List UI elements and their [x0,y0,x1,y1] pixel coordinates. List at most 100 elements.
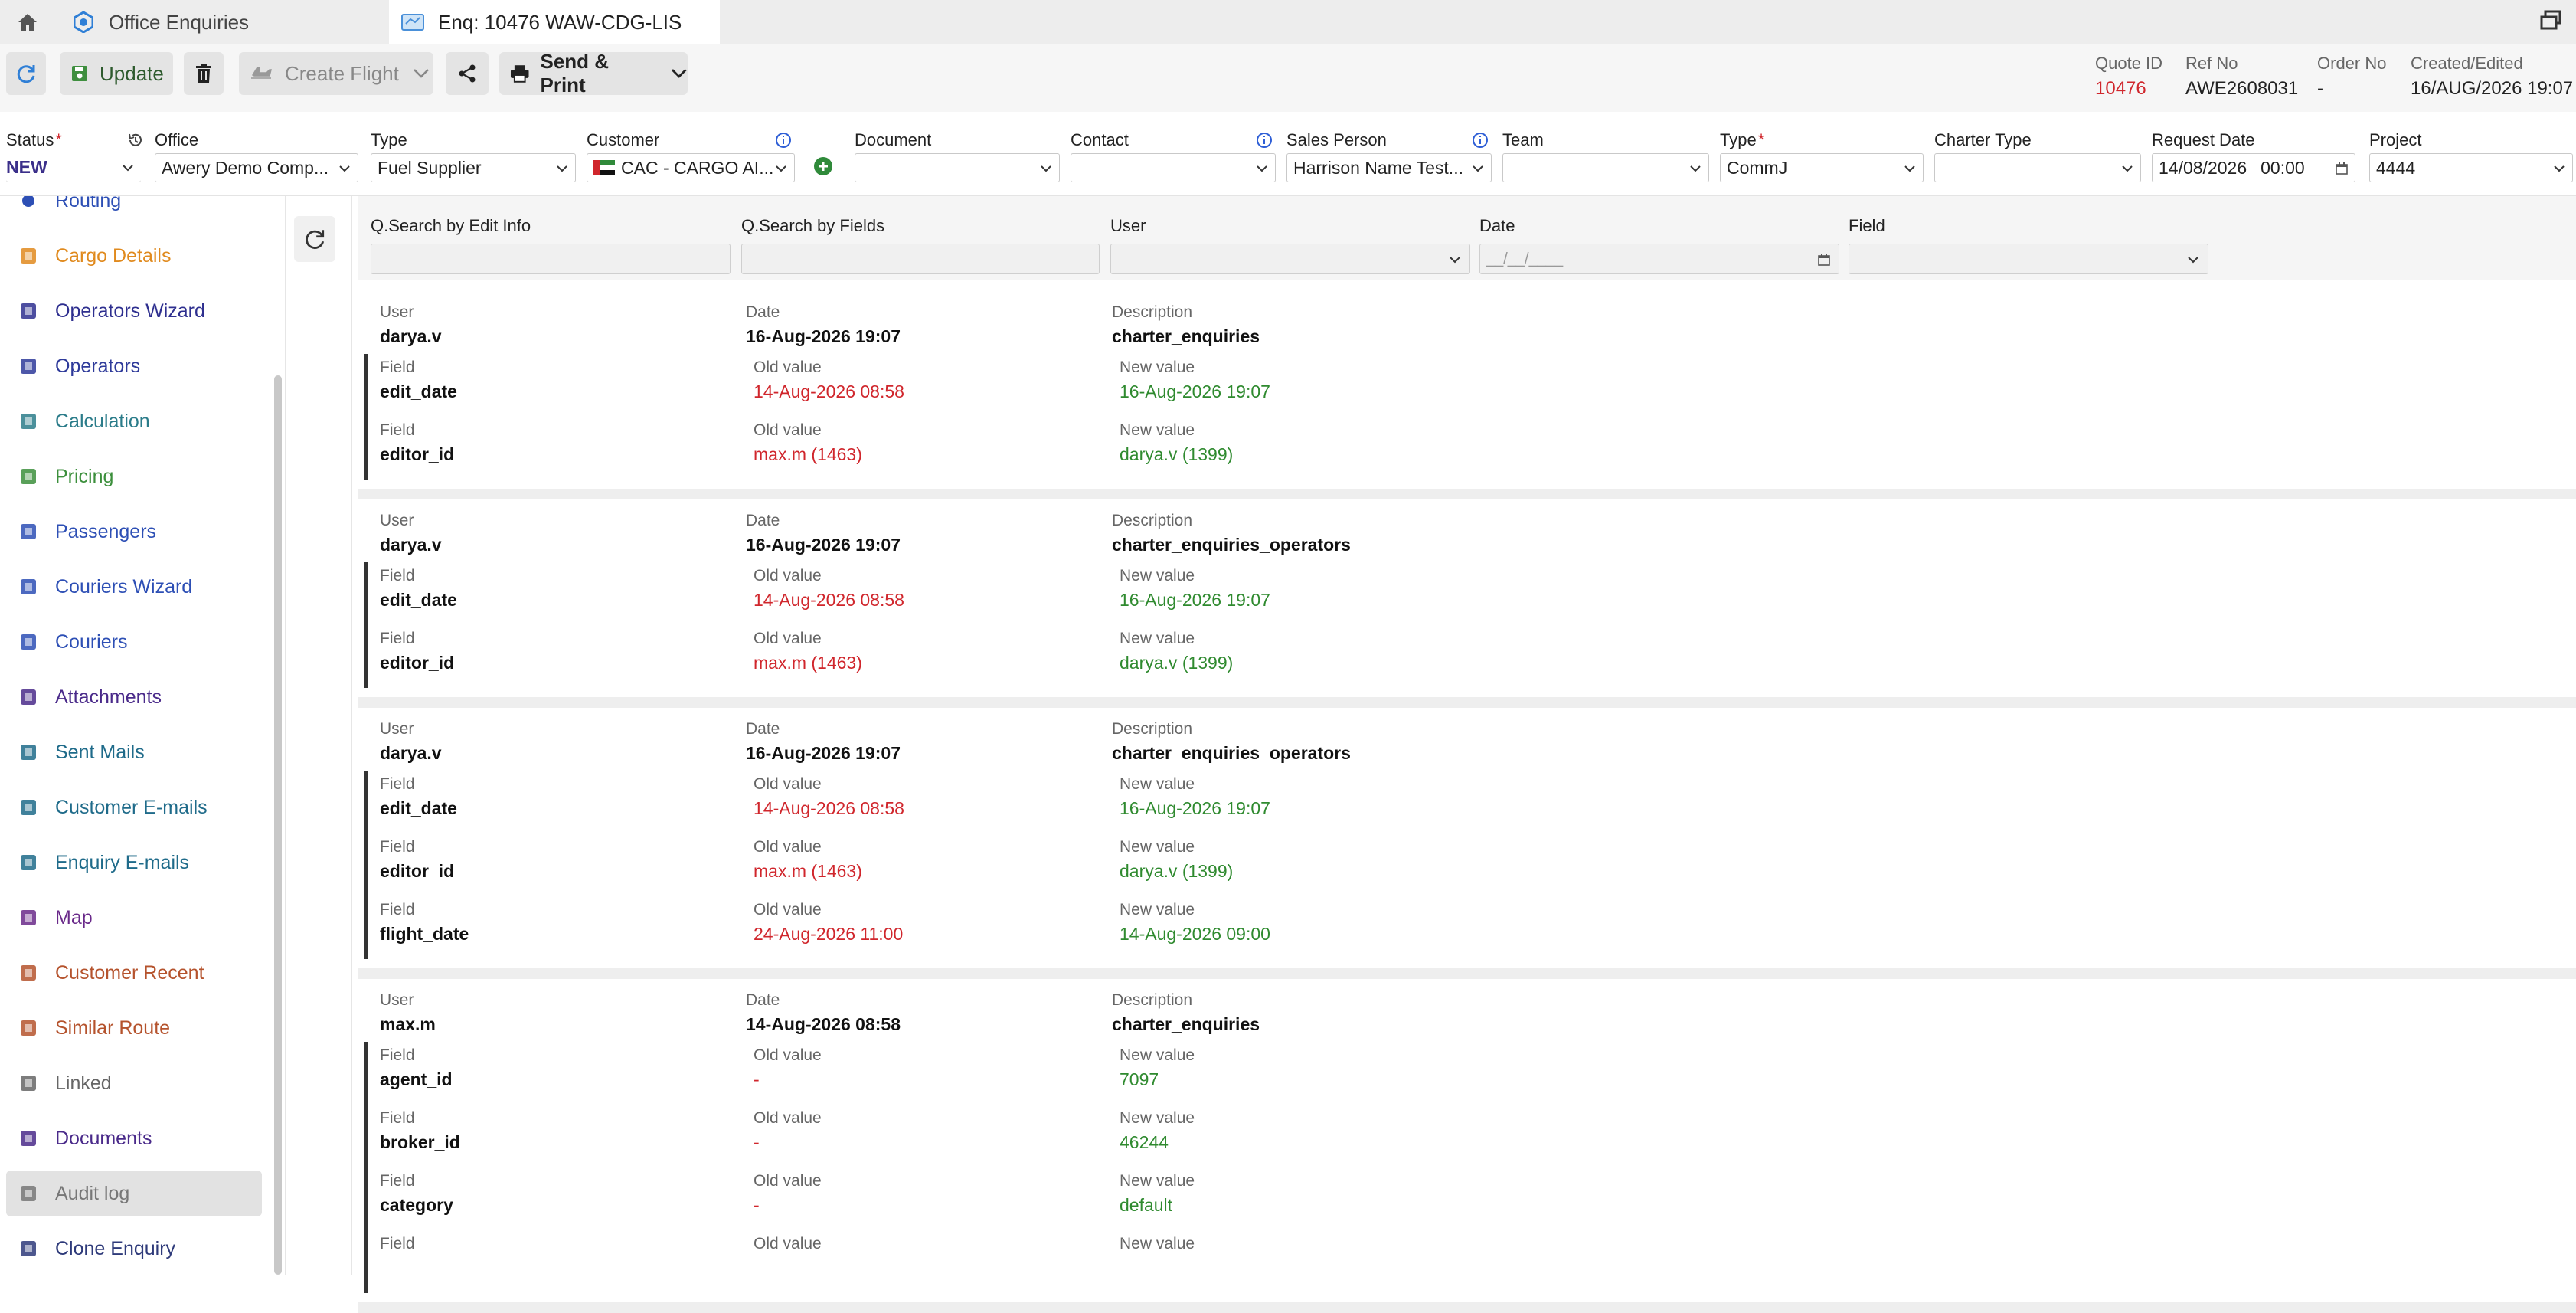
create-flight-label: Create Flight [285,61,399,85]
sales-person-select[interactable]: Harrison Name Test... [1286,153,1492,182]
change-old-value-value: 24-Aug-2026 11:00 [754,924,904,944]
hexagon-icon [70,9,96,35]
sidebar-item-label: Pricing [55,465,114,487]
info-icon[interactable] [1472,132,1489,149]
user-filter-select[interactable] [1110,244,1470,274]
info-icon[interactable] [775,132,792,149]
change-new-value-value: 16-Aug-2026 19:07 [1120,590,1270,610]
sidebar-item-sent-mails[interactable]: Sent Mails [6,729,262,775]
update-button[interactable]: Update [60,52,173,95]
restore-window-icon[interactable] [2539,9,2565,35]
create-flight-button[interactable]: Create Flight [239,52,433,95]
sidebar-item-customer-e-mails[interactable]: Customer E-mails [6,784,262,830]
mail-icon [17,796,40,819]
history-icon[interactable] [127,132,144,149]
sidebar-item-passengers[interactable]: Passengers [6,509,262,555]
calendar-icon[interactable] [2335,162,2349,175]
sidebar-item-label: Documents [55,1127,152,1149]
audit-icon [17,1182,40,1205]
entry-date-label: Date [746,512,780,529]
operators-icon [17,355,40,378]
change-field-value: editor_id [380,653,455,673]
chevron-down-icon [123,165,133,172]
sidebar-item-clone-enquiry[interactable]: Clone Enquiry [6,1226,262,1272]
send-print-button[interactable]: Send & Print [499,50,688,97]
change-old-value-value: 14-Aug-2026 08:58 [754,798,904,818]
field-filter-select[interactable] [1849,244,2208,274]
sidebar-item-linked[interactable]: Linked [6,1060,262,1106]
change-old-value-label: Old value [754,421,822,439]
charter-type-select[interactable] [1934,153,2141,182]
entry-description-label: Description [1112,720,1193,738]
sales-person-field: Sales Person Harrison Name Test... [1286,130,1492,182]
sidebar-item-cargo-details[interactable]: Cargo Details [6,233,262,279]
sidebar-item-customer-recent[interactable]: Customer Recent [6,950,262,996]
quick-search-fields-input[interactable] [741,244,1100,274]
add-customer-button[interactable] [813,156,833,180]
type2-select[interactable]: CommJ [1720,153,1924,182]
update-label: Update [100,61,164,85]
sidebar-item-similar-route[interactable]: Similar Route [6,1005,262,1051]
sidebar-item-couriers-wizard[interactable]: Couriers Wizard [6,564,262,610]
share-button[interactable] [446,52,489,95]
change-new-value-label: New value [1120,567,1195,584]
sidebar-item-routing[interactable]: Routing [6,196,262,224]
quick-search-fields: Q.Search by Fields [741,216,1100,274]
refresh-button[interactable] [6,52,46,95]
user-filter-label: User [1110,216,1146,235]
change-row: Field editor_id Old value max.m (1463) New v… [368,833,2576,896]
sidebar-item-operators-wizard[interactable]: Operators Wizard [6,288,262,334]
date-filter-input[interactable]: __/__/____ [1479,244,1839,274]
info-icon[interactable] [1256,132,1273,149]
status-value: NEW [6,157,47,177]
change-old-value-value: - [754,1195,760,1215]
office-select[interactable]: Awery Demo Comp... [155,153,358,182]
change-new-value: New value darya.v (1399) [1120,625,1233,673]
sidebar-item-documents[interactable]: Documents [6,1115,262,1161]
sidebar-item-audit-log[interactable]: Audit log [6,1171,262,1216]
change-new-value-label: New value [1120,901,1195,918]
entry-date-label: Date [746,991,780,1009]
ref-no-value: AWE2608031 [2185,78,2299,99]
type-select[interactable]: Fuel Supplier [371,153,576,182]
sidebar-item-pricing[interactable]: Pricing [6,453,262,499]
map-icon [17,906,40,929]
audit-refresh-button[interactable] [294,216,335,262]
entry-date: Date 14-Aug-2026 08:58 [746,979,901,1035]
sidebar-item-label: Customer Recent [55,961,204,984]
project-select[interactable]: 4444 [2369,153,2573,182]
sidebar-item-attachments[interactable]: Attachments [6,674,262,720]
change-field-label: Field [380,775,415,793]
sidebar-scrollbar[interactable] [274,375,282,1275]
tab-office-enquiries[interactable]: Office Enquiries [64,0,389,44]
tab-enquiry[interactable]: Enq: 10476 WAW-CDG-LIS [389,0,720,44]
sidebar-item-label: Attachments [55,686,162,708]
status-select[interactable]: NEW [6,153,141,182]
home-icon[interactable] [12,8,43,37]
sales-person-value: Harrison Name Test... [1293,157,1463,178]
quick-search-edit-input[interactable] [371,244,731,274]
change-new-value-value: 16-Aug-2026 19:07 [1120,798,1270,818]
document-select[interactable] [855,153,1060,182]
contact-select[interactable] [1071,153,1276,182]
customer-select[interactable]: CAC - CARGO AI... [587,153,795,182]
chevron-down-icon [2122,165,2133,172]
entry-description-value: charter_enquiries [1112,326,1260,346]
entry-date-label: Date [746,720,780,738]
change-new-value: New value darya.v (1399) [1120,833,1233,882]
request-date-input[interactable]: 14/08/2026 00:00 [2152,153,2355,182]
sidebar-item-calculation[interactable]: Calculation [6,398,262,444]
change-old-value-value: max.m (1463) [754,444,862,464]
calendar-icon[interactable] [1817,253,1831,267]
change-old-value-label: Old value [754,567,822,584]
sidebar-item-operators[interactable]: Operators [6,343,262,389]
delete-button[interactable] [184,52,224,95]
change-new-value-label: New value [1120,838,1195,856]
entry-user-value: darya.v [380,743,442,763]
sidebar-item-enquiry-e-mails[interactable]: Enquiry E-mails [6,840,262,886]
sidebar-item-couriers[interactable]: Couriers [6,619,262,665]
sidebar-item-map[interactable]: Map [6,895,262,941]
entry-user-value: darya.v [380,326,442,346]
change-new-value: New value 16-Aug-2026 19:07 [1120,354,1270,402]
team-select[interactable] [1502,153,1709,182]
